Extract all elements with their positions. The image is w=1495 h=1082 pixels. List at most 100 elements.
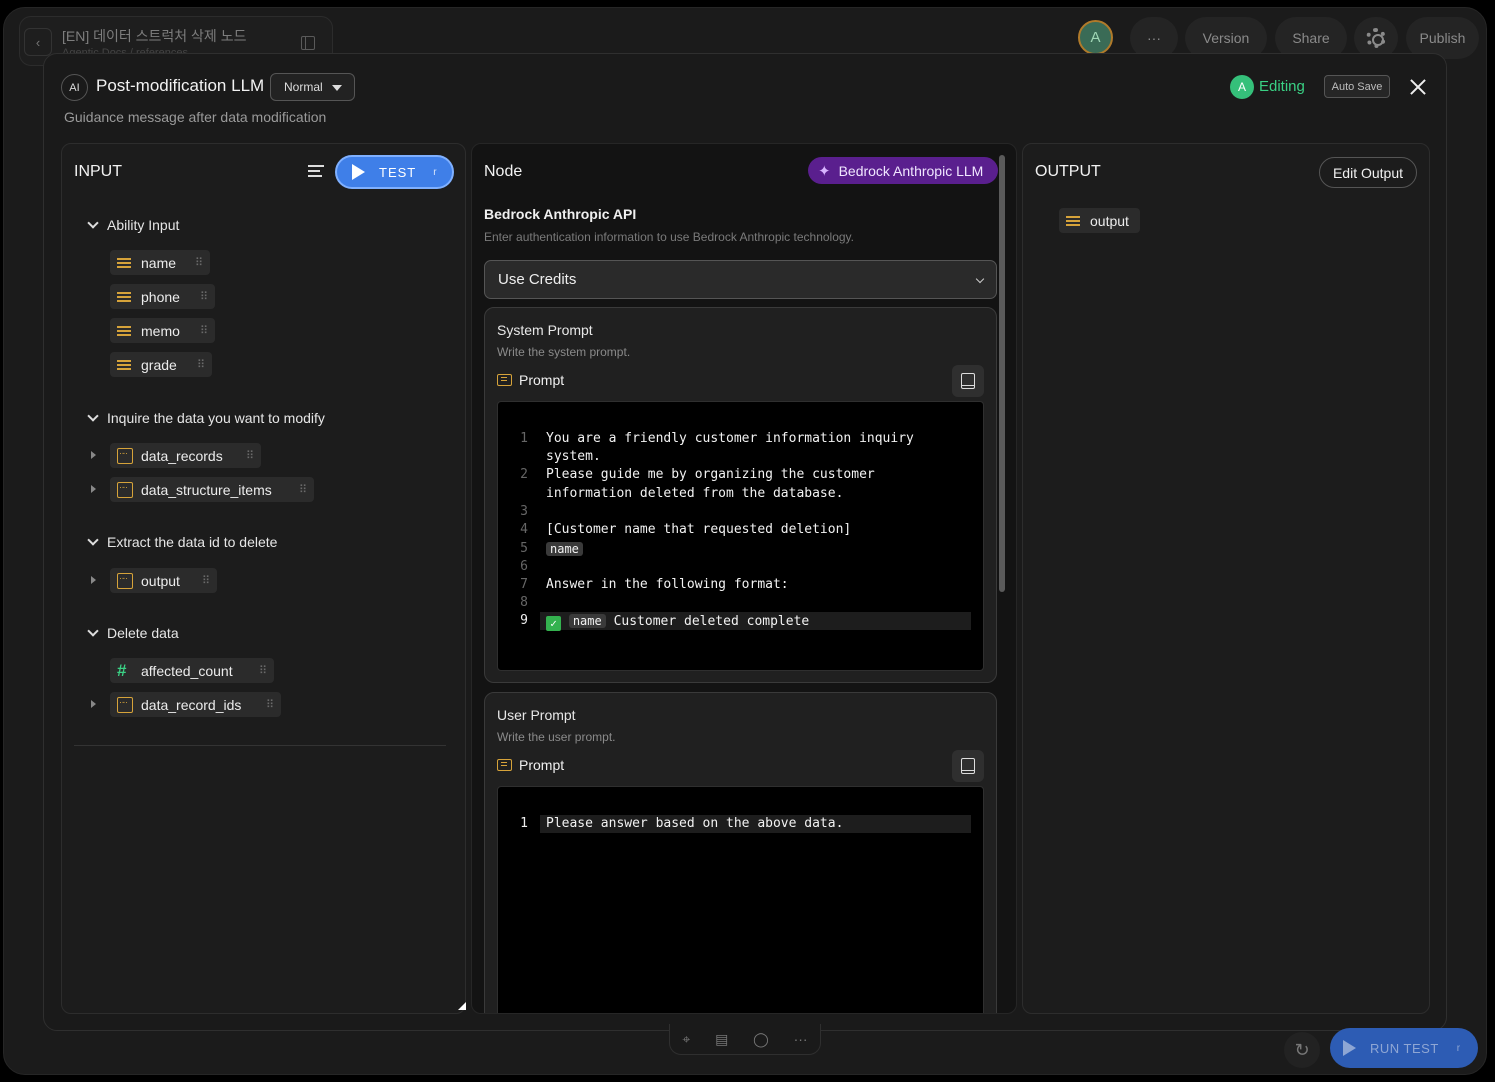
chevron-down-icon <box>87 625 99 637</box>
input-variable-chip[interactable]: # affected_count ⠿ <box>110 658 274 683</box>
variable-name: output <box>141 572 180 589</box>
variable-name: memo <box>141 322 180 339</box>
text-type-icon <box>117 257 131 268</box>
mode-dropdown[interactable]: Normal <box>270 73 355 101</box>
test-label: TEST <box>379 164 417 180</box>
drag-handle-icon[interactable]: ⠿ <box>266 698 274 711</box>
input-variable-chip[interactable]: data_records ⠿ <box>110 443 261 468</box>
input-variable-chip[interactable]: grade ⠿ <box>110 352 212 377</box>
run-test-shortcut: r <box>1456 1042 1461 1054</box>
expand-caret-icon[interactable] <box>91 485 96 493</box>
drag-handle-icon[interactable]: ⠿ <box>246 449 254 462</box>
credentials-dropdown[interactable]: Use Credits <box>484 260 997 299</box>
play-icon <box>352 164 365 180</box>
text-type-icon <box>117 359 131 370</box>
prompt-library-button[interactable] <box>952 750 984 782</box>
gear-icon <box>1366 28 1386 48</box>
editor-avatar: A <box>1230 75 1254 99</box>
array-type-icon <box>117 572 133 589</box>
editing-status: Editing <box>1259 78 1305 95</box>
prompt-label-text: Prompt <box>519 757 565 773</box>
variable-name: data_records <box>141 447 223 464</box>
pointer-icon[interactable]: ⌖ <box>682 1031 690 1048</box>
group-toggle[interactable]: Inquire the data you want to modify <box>87 410 325 426</box>
node-title[interactable]: Post-modification LLM <box>96 76 264 96</box>
variable-token[interactable]: name <box>568 614 606 628</box>
drag-handle-icon[interactable]: ⠿ <box>200 324 208 337</box>
run-test-button[interactable]: RUN TEST r <box>1330 1028 1478 1068</box>
resize-handle-icon[interactable] <box>458 1002 466 1010</box>
system-prompt-editor[interactable]: 1 You are a friendly customer information… <box>497 401 984 671</box>
provider-badge[interactable]: ✦ Bedrock Anthropic LLM <box>808 157 998 184</box>
input-variable-chip[interactable]: data_structure_items ⠿ <box>110 477 314 502</box>
expand-caret-icon[interactable] <box>91 576 96 584</box>
prompt-label: Prompt <box>497 372 564 388</box>
chevron-down-icon <box>87 217 99 229</box>
variable-token[interactable]: name <box>546 542 583 556</box>
group-toggle[interactable]: Ability Input <box>87 217 179 233</box>
drag-handle-icon[interactable]: ⠿ <box>259 664 267 677</box>
variable-name: data_structure_items <box>141 481 272 498</box>
provider-label: Bedrock Anthropic LLM <box>838 162 984 179</box>
user-avatar[interactable]: A <box>1078 20 1113 55</box>
project-title: [EN] 데이터 스트럭처 삭제 노드 <box>62 28 247 44</box>
message-icon <box>497 759 512 771</box>
list-view-icon[interactable] <box>308 165 324 179</box>
ai-badge: AI <box>61 74 88 101</box>
note-icon[interactable]: ▤ <box>715 1031 728 1048</box>
input-panel: INPUT TEST r Ability Input name ⠿ phone ⠿ … <box>61 143 466 1014</box>
user-prompt-desc: Write the user prompt. <box>497 730 616 744</box>
expand-caret-icon[interactable] <box>91 700 96 708</box>
caret-down-icon <box>332 85 342 91</box>
input-variable-chip[interactable]: output ⠿ <box>110 568 217 593</box>
close-icon[interactable] <box>1406 75 1430 99</box>
api-section-desc: Enter authentication information to use … <box>484 230 855 244</box>
user-prompt-card: User Prompt Write the user prompt. Promp… <box>484 692 997 1013</box>
input-title: INPUT <box>74 163 122 180</box>
back-button[interactable]: ‹ <box>24 28 52 56</box>
node-editor-modal: AI Post-modification LLM Normal Guidance… <box>43 53 1447 1031</box>
drag-handle-icon[interactable]: ⠿ <box>200 290 208 303</box>
chevron-left-icon: ‹ <box>35 34 41 50</box>
input-variable-chip[interactable]: phone ⠿ <box>110 284 215 309</box>
output-title: OUTPUT <box>1035 163 1101 180</box>
variable-name: name <box>141 254 177 271</box>
group-toggle[interactable]: Delete data <box>87 625 179 641</box>
sidebar-toggle-icon[interactable] <box>301 36 315 50</box>
chevron-down-icon <box>87 534 99 546</box>
more-icon[interactable]: ··· <box>794 1031 808 1047</box>
edit-output-button[interactable]: Edit Output <box>1319 157 1417 188</box>
check-mark-icon: ✓ <box>546 616 561 631</box>
panel-divider <box>74 745 446 746</box>
test-button[interactable]: TEST r <box>335 155 454 189</box>
drag-handle-icon[interactable]: ⠿ <box>197 358 205 371</box>
node-panel-scrollbar[interactable] <box>999 155 1005 592</box>
group-toggle[interactable]: Extract the data id to delete <box>87 534 277 550</box>
prompt-label: Prompt <box>497 757 564 773</box>
drag-handle-icon[interactable]: ⠿ <box>202 574 210 587</box>
input-variable-chip[interactable]: name ⠿ <box>110 250 210 275</box>
group-label: Inquire the data you want to modify <box>107 410 325 426</box>
drag-handle-icon[interactable]: ⠿ <box>299 483 307 496</box>
input-variable-chip[interactable]: memo ⠿ <box>110 318 215 343</box>
array-type-icon <box>117 696 133 713</box>
comment-icon[interactable]: ◯ <box>753 1031 769 1048</box>
variable-name: phone <box>141 288 180 305</box>
variable-name: data_record_ids <box>141 696 242 713</box>
user-prompt-editor[interactable]: 1 Please answer based on the above data. <box>497 786 984 1013</box>
test-shortcut: r <box>433 166 438 178</box>
book-icon <box>961 758 975 774</box>
api-section-title: Bedrock Anthropic API <box>484 206 637 222</box>
node-description[interactable]: Guidance message after data modification <box>64 109 326 125</box>
output-variable-chip[interactable]: output <box>1059 208 1140 233</box>
input-variable-chip[interactable]: data_record_ids ⠿ <box>110 692 281 717</box>
group-label: Delete data <box>107 625 179 641</box>
expand-caret-icon[interactable] <box>91 451 96 459</box>
refresh-icon[interactable]: ↻ <box>1284 1032 1320 1068</box>
autosave-badge[interactable]: Auto Save <box>1324 75 1390 98</box>
variable-name: grade <box>141 356 177 373</box>
text-type-icon <box>1066 215 1080 226</box>
prompt-library-button[interactable] <box>952 365 984 397</box>
drag-handle-icon[interactable]: ⠿ <box>195 256 203 269</box>
book-icon <box>961 373 975 389</box>
